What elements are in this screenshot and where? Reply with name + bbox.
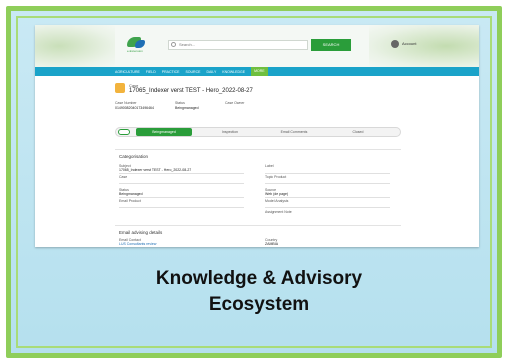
logo-leaf-icon-secondary bbox=[135, 40, 145, 48]
path-step[interactable]: Closed bbox=[330, 128, 386, 136]
nav-item[interactable]: FIELD bbox=[146, 70, 156, 74]
status-path: Beingmanaged Inspection Email Comments C… bbox=[115, 127, 401, 137]
case-icon bbox=[115, 83, 125, 93]
nav-item[interactable]: SOURCE bbox=[185, 70, 200, 74]
search-input[interactable]: Search... bbox=[168, 40, 308, 50]
divider bbox=[265, 183, 390, 184]
caption-line-1: Knowledge & Advisory bbox=[155, 268, 363, 289]
divider bbox=[265, 173, 390, 174]
search-button[interactable]: SEARCH bbox=[311, 39, 351, 51]
logo-text: e-Extension bbox=[127, 49, 143, 53]
case-number-value: 01490082040173496464 bbox=[115, 106, 154, 110]
case-owner-label: Case Owner bbox=[225, 101, 245, 105]
header-bar: e-Extension Search... SEARCH Account bbox=[35, 25, 479, 67]
field-label: Model Analysis bbox=[265, 199, 289, 203]
path-step-current[interactable]: Beingmanaged bbox=[136, 128, 192, 136]
leaf-decoration-right bbox=[369, 25, 479, 67]
divider bbox=[119, 173, 244, 174]
leaf-decoration-left bbox=[35, 25, 115, 67]
section-title[interactable]: Email advising details bbox=[119, 230, 162, 235]
user-avatar-icon[interactable] bbox=[391, 40, 399, 48]
nav-item[interactable]: PRACTICE bbox=[162, 70, 180, 74]
user-name[interactable]: Account bbox=[402, 41, 416, 46]
status-value: Beingmanaged bbox=[175, 106, 199, 110]
divider bbox=[265, 207, 390, 208]
section-title[interactable]: Categorisation bbox=[119, 154, 148, 159]
divider bbox=[119, 207, 244, 208]
main-navigation: AGRICULTURE FIELD PRACTICE SOURCE DAILY … bbox=[35, 67, 479, 76]
field-label: Assignment Note bbox=[265, 210, 292, 214]
caption-line-2: Ecosystem bbox=[208, 294, 310, 315]
contact-link[interactable]: LUS Consultants review bbox=[119, 242, 156, 246]
field-label: Label bbox=[265, 164, 274, 168]
divider bbox=[265, 197, 390, 198]
path-check-icon[interactable] bbox=[118, 129, 130, 135]
email-advising-section: Email advising details Email Contact LUS… bbox=[115, 225, 401, 247]
source-value: Web (de page) bbox=[265, 192, 289, 196]
app-logo[interactable]: e-Extension bbox=[127, 37, 157, 55]
categorisation-section: Categorisation Subject 17065_Indexer ver… bbox=[115, 149, 401, 219]
country-value: ZAMBIA bbox=[265, 242, 279, 246]
slide-card: e-Extension Search... SEARCH Account AGR… bbox=[6, 6, 502, 358]
divider bbox=[119, 197, 244, 198]
path-step[interactable]: Inspection bbox=[202, 128, 258, 136]
case-number-label: Case Number bbox=[115, 101, 137, 105]
crm-screenshot: e-Extension Search... SEARCH Account AGR… bbox=[35, 25, 479, 247]
nav-item-active[interactable]: MORE bbox=[251, 67, 268, 76]
status-label: Status bbox=[175, 101, 185, 105]
status-field-value: Beingmanaged bbox=[119, 192, 143, 196]
subject-value: 17065_Indexer verst TEST - Hero_2022-08-… bbox=[119, 168, 192, 172]
nav-item[interactable]: AGRICULTURE bbox=[115, 70, 140, 74]
divider bbox=[119, 183, 244, 184]
field-label: Case bbox=[119, 175, 128, 179]
nav-item[interactable]: DAILY bbox=[206, 70, 216, 74]
field-label: Topic Product bbox=[265, 175, 287, 179]
record-title: 17065_Indexer verst TEST - Hero_2022-08-… bbox=[129, 88, 253, 94]
nav-item[interactable]: KNOWLEDGE bbox=[222, 70, 245, 74]
field-label: Email Product bbox=[119, 199, 141, 203]
search-icon bbox=[171, 42, 176, 47]
path-step[interactable]: Email Comments bbox=[266, 128, 322, 136]
